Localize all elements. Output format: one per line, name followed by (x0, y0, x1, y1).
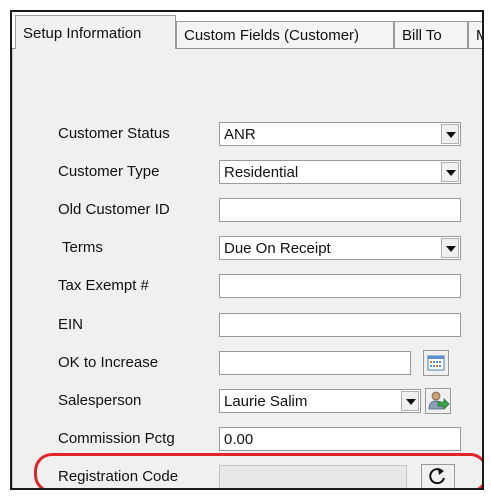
commission-pctg-label: Commission Pctg (58, 430, 175, 447)
tax-exempt-label: Tax Exempt # (58, 277, 149, 294)
tax-exempt-input[interactable] (219, 274, 461, 298)
tab-ma[interactable]: Ma (468, 21, 482, 48)
salesperson-label: Salesperson (58, 392, 142, 409)
old-customer-id-input[interactable] (219, 198, 461, 222)
refresh-button[interactable] (421, 464, 455, 488)
registration-code-input (219, 465, 407, 488)
ok-to-increase-date-input[interactable] (219, 351, 411, 375)
ok-to-increase-label: OK to Increase (58, 354, 159, 371)
setup-information-panel: Customer Status ANR Customer Type Reside… (12, 49, 482, 488)
salesperson-lookup-button[interactable] (425, 388, 451, 414)
customer-type-value: Residential (224, 164, 299, 181)
chevron-down-icon[interactable] (441, 238, 459, 258)
ein-input[interactable] (219, 313, 461, 337)
customer-status-value: ANR (224, 126, 256, 143)
tab-custom-fields-customer[interactable]: Custom Fields (Customer) (176, 21, 394, 48)
terms-select[interactable]: Due On Receipt (219, 236, 461, 260)
tab-setup-information[interactable]: Setup Information (15, 15, 176, 49)
customer-type-label: Customer Type (58, 163, 160, 180)
calendar-icon (427, 355, 445, 371)
old-customer-id-label: Old Customer ID (58, 201, 170, 218)
terms-label: Terms (62, 239, 103, 256)
commission-pctg-input[interactable]: 0.00 (219, 427, 461, 451)
salesperson-select[interactable]: Laurie Salim (219, 389, 421, 413)
customer-status-select[interactable]: ANR (219, 122, 461, 146)
terms-value: Due On Receipt (224, 240, 331, 257)
registration-code-label: Registration Code (58, 468, 179, 485)
date-picker-button[interactable] (423, 350, 449, 376)
chevron-down-icon[interactable] (441, 162, 459, 182)
tab-bill-to[interactable]: Bill To (394, 21, 468, 48)
chevron-down-icon[interactable] (401, 391, 419, 411)
refresh-icon (429, 468, 445, 485)
chevron-down-icon[interactable] (441, 124, 459, 144)
customer-status-label: Customer Status (58, 125, 170, 142)
customer-type-select[interactable]: Residential (219, 160, 461, 184)
person-arrow-icon (428, 391, 450, 410)
salesperson-value: Laurie Salim (224, 393, 308, 410)
ein-label: EIN (58, 316, 84, 333)
tab-strip: Setup Information Custom Fields (Custome… (12, 12, 482, 49)
screenshot-frame: Setup Information Custom Fields (Custome… (10, 10, 484, 490)
